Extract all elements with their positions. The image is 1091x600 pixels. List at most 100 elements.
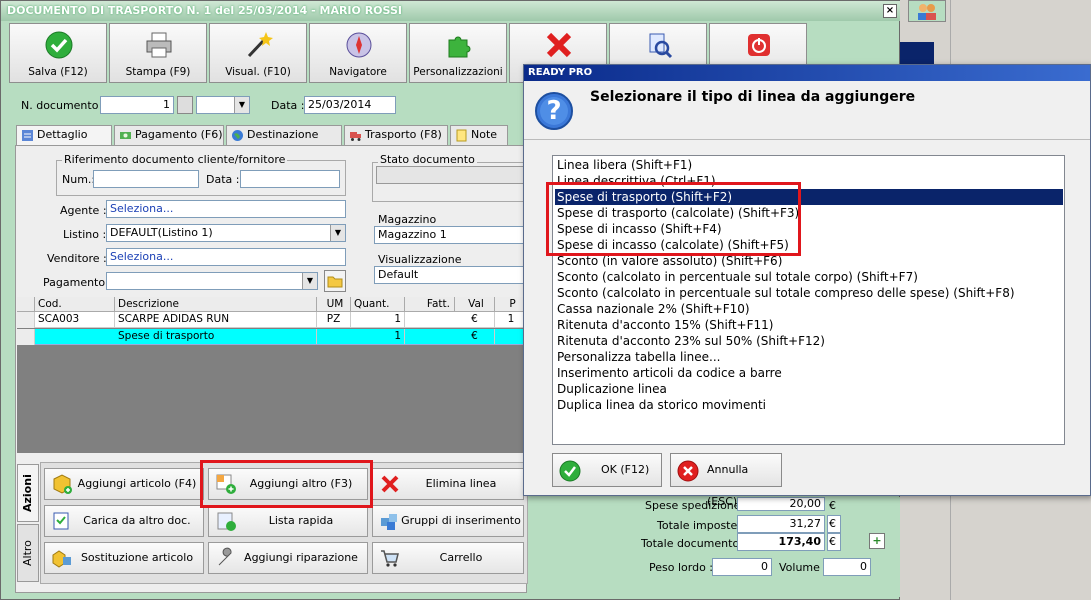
add-article-button[interactable]: Aggiungi articolo (F4) bbox=[44, 468, 204, 500]
chevron-down-icon[interactable]: ▼ bbox=[234, 97, 249, 113]
line-type-dialog: READY PRO ? Selezionare il tipo di linea… bbox=[523, 64, 1091, 508]
status-field bbox=[376, 166, 532, 184]
highlight-add-other bbox=[200, 460, 373, 508]
cell-quant[interactable]: 1 bbox=[351, 329, 405, 344]
warehouse-select[interactable]: Magazzino 1 bbox=[374, 226, 530, 244]
cell-cod[interactable]: SCA003 bbox=[35, 312, 115, 327]
detail-panel: Riferimento documento cliente/fornitore … bbox=[15, 145, 532, 593]
globe-icon bbox=[232, 130, 243, 141]
ref-num-input[interactable] bbox=[93, 170, 199, 188]
list-item[interactable]: Ritenuta d'acconto 15% (Shift+F11) bbox=[555, 317, 1063, 333]
cancel-button[interactable]: Annulla (ESC) bbox=[670, 453, 782, 508]
cart-button[interactable]: Carrello bbox=[372, 542, 524, 574]
table-row[interactable]: Spese di trasporto 1 € bbox=[17, 329, 527, 345]
seller-select[interactable]: Seleziona... bbox=[106, 248, 346, 266]
list-item[interactable]: Personalizza tabella linee... bbox=[555, 349, 1063, 365]
quick-list-icon bbox=[217, 512, 236, 531]
row-selector[interactable] bbox=[17, 312, 35, 328]
list-item[interactable]: Linea libera (Shift+F1) bbox=[555, 157, 1063, 173]
payment-label: Pagamento : bbox=[43, 276, 113, 289]
warehouse-title: Magazzino bbox=[378, 213, 437, 226]
list-item[interactable]: Inserimento articoli da codice a barre bbox=[555, 365, 1063, 381]
add-article-label: Aggiungi articolo (F4) bbox=[77, 477, 197, 490]
grid-col-descrizione[interactable]: Descrizione bbox=[115, 297, 317, 312]
compass-icon bbox=[346, 32, 372, 58]
list-item[interactable]: Sconto (calcolato in percentuale sul tot… bbox=[555, 285, 1063, 301]
add-total-button[interactable]: + bbox=[869, 533, 885, 549]
tab-trasporto[interactable]: Trasporto (F8) bbox=[344, 125, 448, 145]
date-input[interactable]: 25/03/2014 bbox=[304, 96, 396, 114]
grid-col-quant[interactable]: Quant. bbox=[351, 297, 405, 312]
pricelist-select[interactable]: DEFAULT(Listino 1) ▼ bbox=[106, 224, 346, 242]
list-item[interactable]: Cassa nazionale 2% (Shift+F10) bbox=[555, 301, 1063, 317]
volume-input[interactable]: 0 bbox=[823, 558, 871, 576]
shipping-currency: € bbox=[829, 499, 836, 512]
cell-quant[interactable]: 1 bbox=[351, 312, 405, 327]
gross-weight-label: Peso lordo : bbox=[649, 561, 713, 574]
tab-note[interactable]: Note bbox=[450, 125, 508, 145]
ndoc-suffix-select[interactable]: ▼ bbox=[196, 96, 250, 114]
ref-date-input[interactable] bbox=[240, 170, 340, 188]
save-button[interactable]: Salva (F12) bbox=[9, 23, 107, 83]
cell-descrizione[interactable]: Spese di trasporto bbox=[115, 329, 317, 344]
cell-descrizione[interactable]: SCARPE ADIDAS RUN bbox=[115, 312, 317, 327]
date-label: Data : bbox=[271, 99, 305, 112]
volume-label: Volume : bbox=[779, 561, 828, 574]
tab-destinazione[interactable]: Destinazione (F7) bbox=[226, 125, 342, 159]
tab-altro[interactable]: Altro bbox=[17, 524, 39, 582]
navigator-button[interactable]: Navigatore bbox=[309, 23, 407, 83]
seller-label: Venditore : bbox=[47, 252, 107, 265]
cell-val[interactable]: € bbox=[455, 312, 495, 327]
ok-button[interactable]: OK (F12) bbox=[552, 453, 662, 487]
payment-folder-button[interactable] bbox=[324, 270, 346, 292]
insert-groups-button[interactable]: Gruppi di inserimento bbox=[372, 505, 524, 537]
cell-um[interactable]: PZ bbox=[317, 312, 351, 327]
grid-header-corner bbox=[17, 297, 35, 312]
list-item[interactable]: Duplicazione linea bbox=[555, 381, 1063, 397]
window-titlebar: DOCUMENTO DI TRASPORTO N. 1 del 25/03/20… bbox=[1, 1, 901, 21]
list-item[interactable]: Sconto (calcolato in percentuale sul tot… bbox=[555, 269, 1063, 285]
agent-select[interactable]: Seleziona... bbox=[106, 200, 346, 218]
payment-select[interactable]: ▼ bbox=[106, 272, 318, 290]
gross-weight-input[interactable]: 0 bbox=[712, 558, 772, 576]
table-row[interactable]: SCA003 SCARPE ADIDAS RUN PZ 1 € 1 bbox=[17, 312, 527, 328]
users-button[interactable] bbox=[908, 0, 946, 22]
replace-article-label: Sostituzione articolo bbox=[80, 551, 194, 564]
load-from-doc-button[interactable]: Carica da altro doc. bbox=[44, 505, 204, 537]
cell-val[interactable]: € bbox=[455, 329, 495, 344]
replace-article-button[interactable]: Sostituzione articolo bbox=[44, 542, 204, 574]
grid-col-cod[interactable]: Cod. bbox=[35, 297, 115, 312]
chevron-down-icon[interactable]: ▼ bbox=[302, 273, 317, 289]
preview-button[interactable]: Visual. (F10) bbox=[209, 23, 307, 83]
grid-col-um[interactable]: UM bbox=[317, 297, 351, 312]
delete-line-button[interactable]: Elimina linea bbox=[372, 468, 524, 500]
grid-col-fatt[interactable]: Fatt. bbox=[405, 297, 455, 312]
customizations-label: Personalizzazioni bbox=[413, 66, 503, 78]
chevron-down-icon[interactable]: ▼ bbox=[330, 225, 345, 241]
add-article-icon bbox=[53, 474, 72, 494]
tab-dettaglio[interactable]: Dettaglio (F5) bbox=[16, 125, 112, 159]
row-selector[interactable] bbox=[17, 329, 35, 345]
window-close-button[interactable]: × bbox=[883, 4, 897, 18]
cart-label: Carrello bbox=[439, 551, 483, 564]
puzzle-icon bbox=[448, 36, 471, 58]
load-doc-icon bbox=[53, 512, 69, 530]
customizations-button[interactable]: Personalizzazioni bbox=[409, 23, 507, 83]
lines-grid[interactable]: Cod. Descrizione UM Quant. Fatt. Val P S… bbox=[17, 297, 527, 453]
add-repair-button[interactable]: Aggiungi riparazione bbox=[208, 542, 368, 574]
ndoc-spin-button[interactable] bbox=[177, 96, 193, 114]
grid-col-val[interactable]: Val bbox=[455, 297, 495, 312]
quick-list-button[interactable]: Lista rapida bbox=[208, 505, 368, 537]
list-item[interactable]: Ritenuta d'acconto 23% sul 50% (Shift+F1… bbox=[555, 333, 1063, 349]
tab-pagamento[interactable]: Pagamento (F6) bbox=[114, 125, 224, 145]
tab-azioni[interactable]: Azioni bbox=[17, 464, 39, 522]
delete-line-icon bbox=[381, 475, 399, 493]
tax-currency: € bbox=[827, 515, 841, 533]
save-label: Salva (F12) bbox=[28, 66, 88, 78]
doc-currency: € bbox=[827, 533, 841, 551]
delete-line-label: Elimina linea bbox=[425, 477, 497, 490]
print-button[interactable]: Stampa (F9) bbox=[109, 23, 207, 83]
view-select[interactable]: Default bbox=[374, 266, 530, 284]
list-item[interactable]: Duplica linea da storico movimenti bbox=[555, 397, 1063, 413]
ndoc-input[interactable]: 1 bbox=[100, 96, 174, 114]
